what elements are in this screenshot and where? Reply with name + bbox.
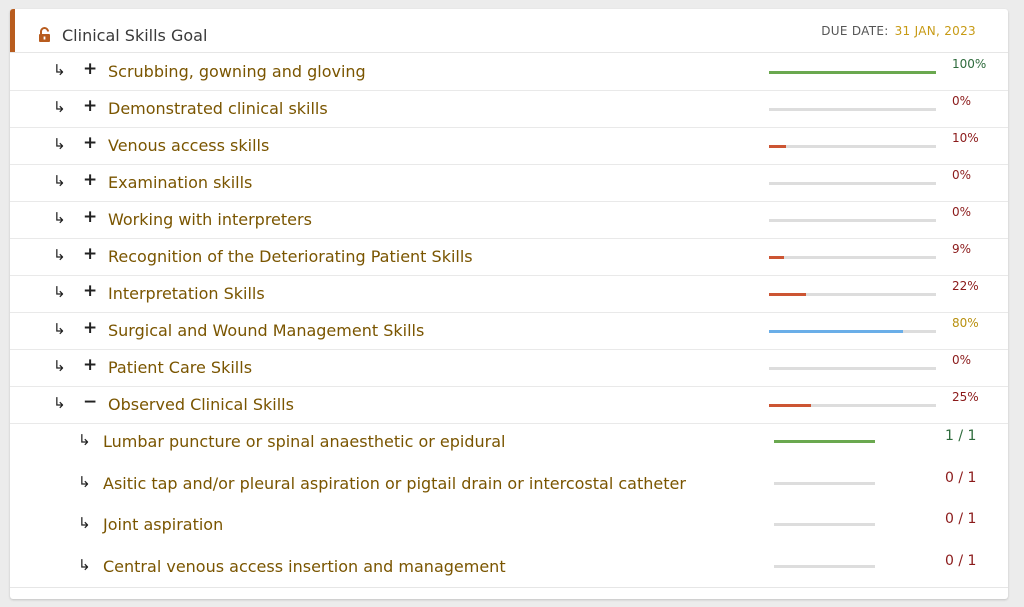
skill-label: Recognition of the Deteriorating Patient… <box>108 247 473 266</box>
skill-label: Scrubbing, gowning and gloving <box>108 62 366 81</box>
skill-percent: 0% <box>952 353 972 367</box>
sub-skill-row[interactable]: ↳ Lumbar puncture or spinal anaesthetic o… <box>10 420 1008 461</box>
skill-row[interactable]: ↳ + Scrubbing, gowning and gloving 100% <box>10 53 1008 91</box>
subdirectory-arrow-icon: ↳ <box>53 283 66 301</box>
sub-skill-label: Lumbar puncture or spinal anaesthetic or… <box>103 432 506 451</box>
skill-progress-bar <box>769 219 936 222</box>
subdirectory-arrow-icon: ↳ <box>53 394 66 412</box>
subdirectory-arrow-icon: ↳ <box>78 555 91 574</box>
skill-progress-bar <box>769 293 936 296</box>
sub-skill-count: 1 / 1 <box>945 428 977 444</box>
subdirectory-arrow-icon: ↳ <box>53 357 66 375</box>
skill-percent: 9% <box>952 242 972 256</box>
collapse-icon[interactable]: − <box>83 392 97 412</box>
expand-icon[interactable]: + <box>83 318 97 338</box>
skill-row[interactable]: ↳ + Working with interpreters 0% <box>10 201 1008 239</box>
skill-percent: 0% <box>952 94 972 108</box>
sub-skill-label: Asitic tap and/or pleural aspiration or … <box>103 473 686 493</box>
skill-label: Observed Clinical Skills <box>108 395 294 414</box>
skill-percent: 10% <box>952 131 979 145</box>
expand-icon[interactable]: + <box>83 244 97 264</box>
subdirectory-arrow-icon: ↳ <box>53 172 66 190</box>
unlock-icon[interactable] <box>38 27 52 43</box>
skill-progress-bar <box>769 404 936 407</box>
skill-percent: 0% <box>952 205 972 219</box>
subdirectory-arrow-icon: ↳ <box>53 135 66 153</box>
skill-progress-bar <box>769 145 936 148</box>
skill-progress-bar <box>769 256 936 259</box>
skill-row[interactable]: ↳ + Recognition of the Deteriorating Patie… <box>10 238 1008 276</box>
skill-percent: 80% <box>952 316 979 330</box>
subdirectory-arrow-icon: ↳ <box>53 246 66 264</box>
skill-row[interactable]: ↳ + Venous access skills 10% <box>10 127 1008 165</box>
skill-progress-fill <box>769 404 811 407</box>
sub-skill-count: 0 / 1 <box>945 511 977 527</box>
skill-row[interactable]: ↳ + Demonstrated clinical skills 0% <box>10 90 1008 128</box>
skill-percent: 0% <box>952 168 972 182</box>
sub-skill-progress-bar <box>774 440 875 443</box>
skill-label: Patient Care Skills <box>108 358 253 377</box>
sub-skill-progress-bar <box>774 481 875 485</box>
skill-progress-bar <box>769 182 936 185</box>
skill-progress-bar <box>769 71 936 74</box>
expand-icon[interactable]: + <box>83 133 97 153</box>
subdirectory-arrow-icon: ↳ <box>78 472 91 491</box>
skill-label: Examination skills <box>108 173 253 192</box>
subdirectory-arrow-icon: ↳ <box>78 514 91 532</box>
skill-progress-bar <box>769 330 936 333</box>
skill-row[interactable]: ↳ − Observed Clinical Skills 25% <box>10 386 1008 424</box>
expand-icon[interactable]: + <box>83 355 97 375</box>
goal-title: Clinical Skills Goal <box>62 26 208 45</box>
subdirectory-arrow-icon: ↳ <box>53 61 66 79</box>
sub-skill-count: 0 / 1 <box>945 469 977 486</box>
skill-row[interactable]: ↳ + Interpretation Skills 22% <box>10 275 1008 313</box>
sub-skill-label: Central venous access insertion and mana… <box>103 556 506 576</box>
sub-skill-progress-bar <box>774 564 875 568</box>
skill-progress-bar <box>769 108 936 111</box>
due-date: DUE DATE: 31 JAN, 2023 <box>821 24 976 38</box>
skill-progress-fill <box>769 71 936 74</box>
skill-row[interactable]: ↳ + Examination skills 0% <box>10 164 1008 202</box>
card-bottom-divider <box>10 587 1008 588</box>
subdirectory-arrow-icon: ↳ <box>53 209 66 227</box>
expand-icon[interactable]: + <box>83 207 97 227</box>
expand-icon[interactable]: + <box>83 96 97 116</box>
skill-progress-fill <box>769 256 785 259</box>
subdirectory-arrow-icon: ↳ <box>53 320 66 338</box>
sub-skill-progress-fill <box>774 440 875 443</box>
goal-card: Clinical Skills Goal DUE DATE: 31 JAN, 20… <box>10 9 1008 599</box>
due-date-label: DUE DATE: <box>821 24 889 38</box>
skill-progress-fill <box>769 145 786 148</box>
expand-icon[interactable]: + <box>83 281 97 301</box>
skill-row[interactable]: ↳ + Patient Care Skills 0% <box>10 349 1008 387</box>
expand-icon[interactable]: + <box>83 170 97 190</box>
skill-row[interactable]: ↳ + Surgical and Wound Management Skills 80… <box>10 312 1008 350</box>
subdirectory-arrow-icon: ↳ <box>53 98 66 116</box>
sub-skill-label: Joint aspiration <box>103 515 224 534</box>
sub-skill-row[interactable]: ↳ Asitic tap and/or pleural aspiration or… <box>10 462 1008 503</box>
due-date-value: 31 JAN, 2023 <box>894 24 976 38</box>
skill-progress-fill <box>769 293 806 296</box>
skill-label: Venous access skills <box>108 136 270 155</box>
skill-percent: 100% <box>952 57 987 71</box>
skill-progress-bar <box>769 367 936 370</box>
goal-header: Clinical Skills Goal DUE DATE: 31 JAN, 20… <box>10 9 1008 53</box>
skill-label: Working with interpreters <box>108 210 312 229</box>
subdirectory-arrow-icon: ↳ <box>78 431 91 449</box>
sub-skill-progress-bar <box>774 523 875 526</box>
skill-label: Interpretation Skills <box>108 284 265 303</box>
skill-percent: 25% <box>952 390 979 404</box>
skill-label: Demonstrated clinical skills <box>108 99 328 118</box>
skill-progress-fill <box>769 330 903 333</box>
expand-icon[interactable]: + <box>83 59 97 79</box>
skill-percent: 22% <box>952 279 979 293</box>
sub-skill-row[interactable]: ↳ Central venous access insertion and man… <box>10 545 1008 586</box>
sub-skill-row[interactable]: ↳ Joint aspiration 0 / 1 <box>10 503 1008 544</box>
sub-skill-count: 0 / 1 <box>945 552 977 569</box>
skill-label: Surgical and Wound Management Skills <box>108 321 425 340</box>
